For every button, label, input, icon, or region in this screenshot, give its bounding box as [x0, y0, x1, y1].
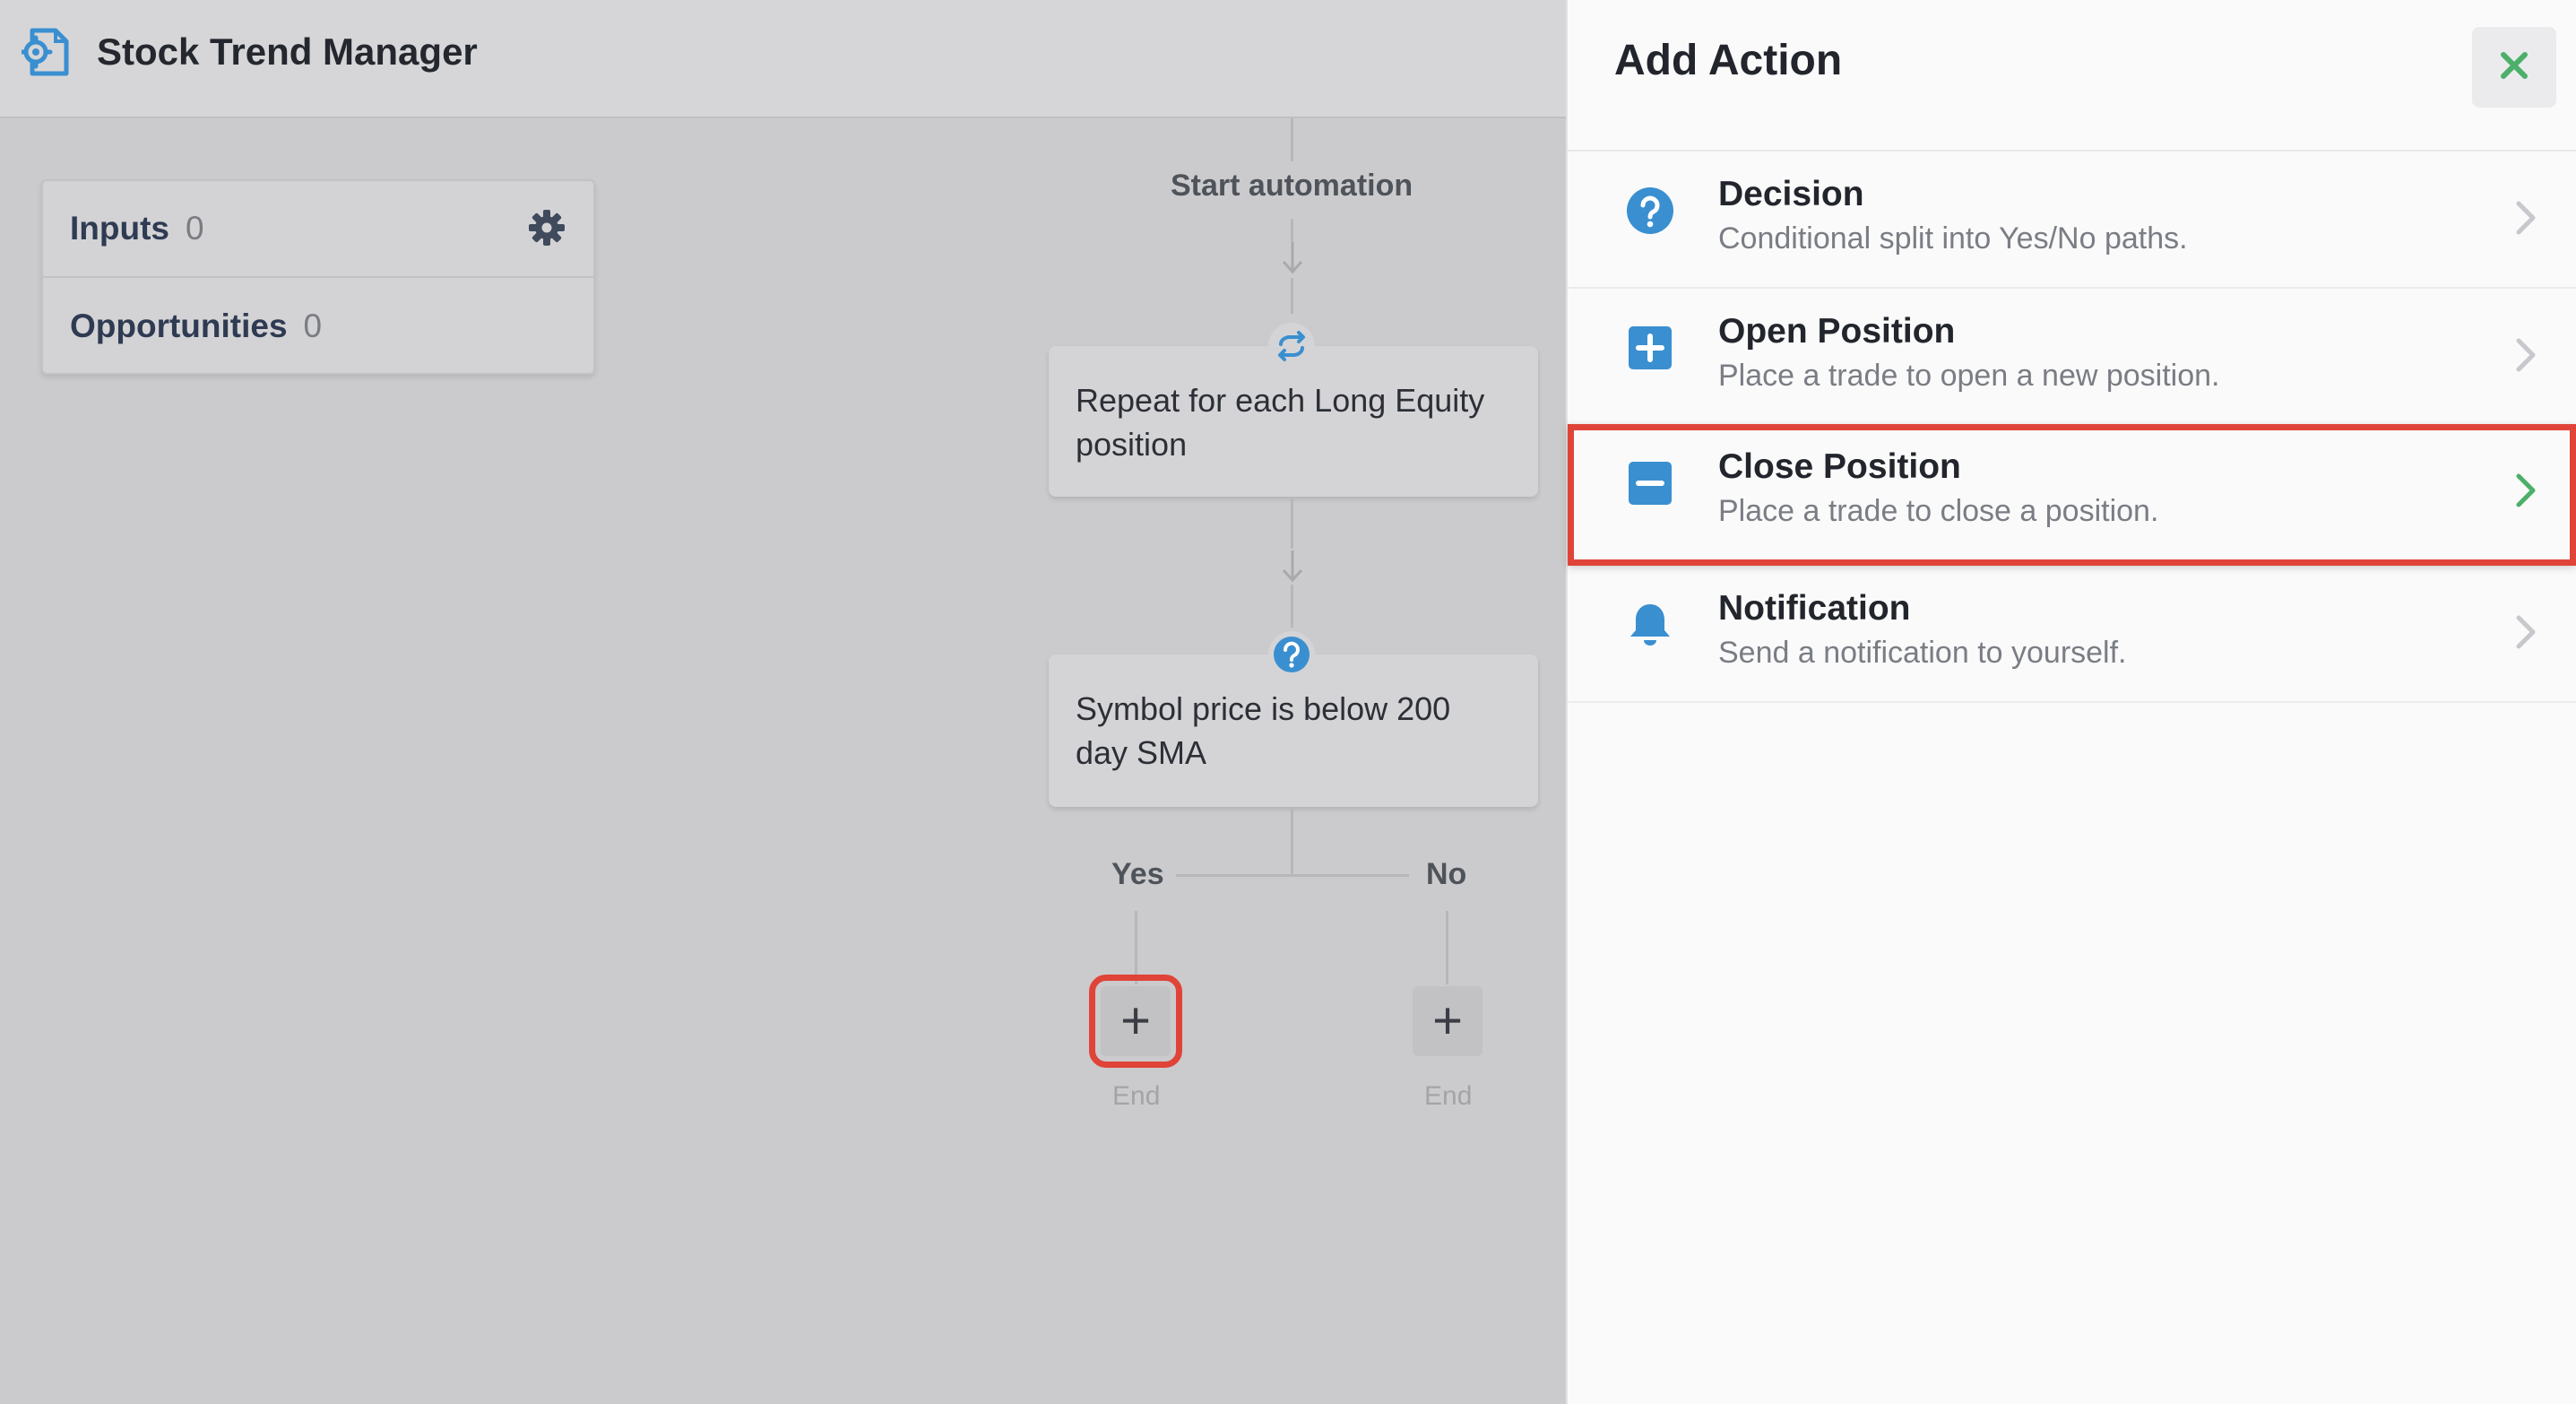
- question-circle-icon: [1268, 631, 1315, 678]
- action-notification[interactable]: Notification Send a notification to your…: [1568, 566, 2576, 703]
- yes-branch-label: Yes: [1111, 857, 1164, 891]
- action-notification-name: Notification: [1718, 589, 1911, 628]
- inputs-panel: Inputs 0 Opportunities 0: [41, 179, 595, 375]
- connector-line: [1446, 911, 1448, 984]
- action-close-position-name: Close Position: [1718, 447, 1961, 486]
- bell-icon: [1625, 600, 1675, 650]
- chevron-right-icon: [2513, 612, 2538, 652]
- arrow-down-icon: [1279, 549, 1306, 585]
- app-title: Stock Trend Manager: [97, 30, 478, 73]
- repeat-icon: [1268, 323, 1315, 369]
- action-close-position-description: Place a trade to close a position.: [1718, 494, 2159, 528]
- question-circle-icon: [1625, 186, 1675, 236]
- plus-icon: +: [1120, 992, 1151, 1050]
- action-decision-name: Decision: [1718, 175, 1864, 213]
- branch-line: [1176, 874, 1409, 877]
- action-open-position-name: Open Position: [1718, 312, 1956, 351]
- drawer-header: Add Action: [1568, 0, 2576, 152]
- inputs-label: Inputs: [70, 210, 169, 247]
- arrow-down-icon: [1279, 240, 1306, 276]
- opportunities-row[interactable]: Opportunities 0: [43, 278, 593, 375]
- add-step-yes-button[interactable]: +: [1089, 975, 1182, 1068]
- close-button[interactable]: [2472, 27, 2556, 108]
- automation-doc-gear-icon: [19, 25, 72, 79]
- action-open-position[interactable]: Open Position Place a trade to open a ne…: [1568, 289, 2576, 426]
- connector-line: [1291, 219, 1293, 242]
- connector-line: [1291, 809, 1293, 875]
- add-action-drawer: Add Action Decision Conditional split in…: [1566, 0, 2576, 1404]
- app-header: Stock Trend Manager: [0, 0, 1566, 118]
- no-branch-label: No: [1426, 857, 1467, 891]
- add-step-no-button[interactable]: +: [1413, 986, 1482, 1056]
- opportunities-count: 0: [303, 308, 323, 344]
- connector-line: [1291, 118, 1293, 161]
- decision-node-text: Symbol price is below 200 day SMA: [1076, 690, 1451, 771]
- action-open-position-description: Place a trade to open a new position.: [1718, 359, 2220, 393]
- chevron-right-icon: [2513, 198, 2538, 238]
- chevron-right-icon: [2513, 335, 2538, 375]
- plus-square-icon: [1625, 323, 1675, 373]
- inputs-row[interactable]: Inputs 0: [43, 181, 593, 278]
- action-decision[interactable]: Decision Conditional split into Yes/No p…: [1568, 152, 2576, 289]
- connector-line: [1291, 585, 1293, 628]
- inputs-count: 0: [185, 210, 204, 247]
- action-notification-description: Send a notification to yourself.: [1718, 636, 2127, 670]
- connector-line: [1291, 498, 1293, 549]
- repeat-node-text: Repeat for each Long Equity position: [1076, 382, 1485, 463]
- connector-line: [1135, 911, 1137, 984]
- chevron-right-icon: [2513, 471, 2538, 510]
- automation-canvas: Stock Trend Manager Inputs 0 Opportuniti…: [0, 0, 1566, 1404]
- no-end-label: End: [1424, 1081, 1473, 1111]
- start-automation-label: Start automation: [1171, 169, 1413, 203]
- connector-line: [1291, 278, 1293, 314]
- drawer-title: Add Action: [1614, 37, 1843, 84]
- action-decision-description: Conditional split into Yes/No paths.: [1718, 221, 2188, 256]
- close-icon: [2499, 50, 2529, 85]
- minus-square-icon: [1625, 458, 1675, 508]
- gear-icon[interactable]: [527, 208, 566, 247]
- opportunities-label: Opportunities: [70, 308, 288, 344]
- action-close-position[interactable]: Close Position Place a trade to close a …: [1568, 424, 2576, 566]
- plus-icon: +: [1432, 992, 1463, 1050]
- yes-end-label: End: [1112, 1081, 1161, 1111]
